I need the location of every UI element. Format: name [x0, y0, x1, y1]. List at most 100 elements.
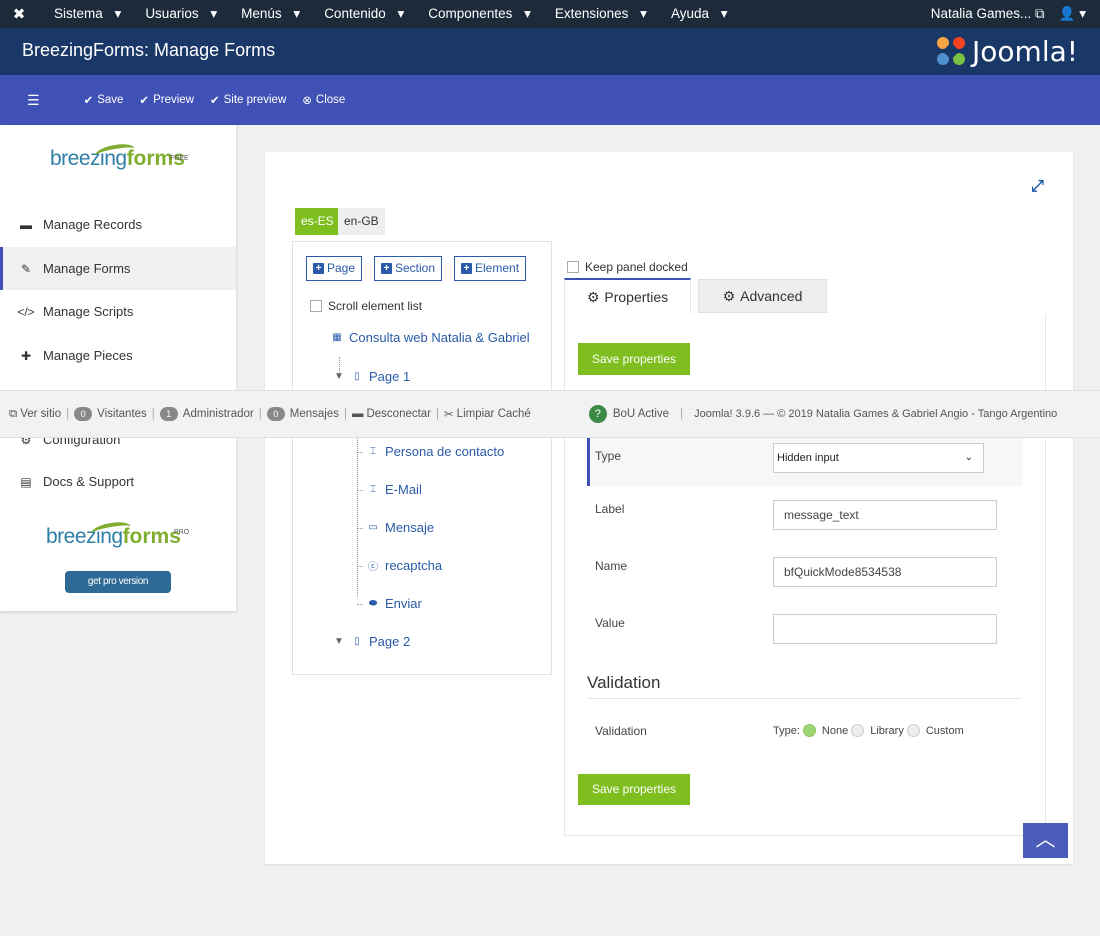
joomla-menu-icon[interactable]: ✖	[0, 5, 38, 23]
page-icon: ▯	[354, 636, 360, 647]
external-link-icon: ⧉	[9, 407, 18, 420]
name-label: Name	[595, 559, 628, 573]
bou-active-status[interactable]: ? BoU Active	[584, 405, 674, 423]
site-preview-button[interactable]: ✔ Site preview	[210, 93, 286, 107]
tree-page1-node[interactable]: ▼ ▯ Page 1	[333, 369, 410, 384]
menu-menus[interactable]: Menús ▾	[225, 6, 308, 22]
form-icon: ▦	[332, 332, 342, 343]
page-icon: ▯	[354, 371, 360, 382]
menu-usuarios[interactable]: Usuarios ▾	[129, 6, 225, 22]
close-button[interactable]: ⊗ Close	[302, 93, 345, 107]
visitantes-status[interactable]: 0 Visitantes	[69, 407, 152, 421]
form-editor: ⤢ es-ES en-GB + Page + Section + Element Sc…	[265, 152, 1073, 864]
page-title: BreezingForms: Manage Forms	[22, 40, 276, 60]
sidebar-item-manage-pieces[interactable]: ✚ Manage Pieces	[0, 334, 236, 377]
save-button[interactable]: ✔ Save	[84, 93, 124, 107]
add-section-button[interactable]: + Section	[374, 256, 443, 281]
text-field-icon: ⌶	[370, 446, 376, 457]
folder-icon: ▬	[20, 217, 32, 232]
menu-componentes[interactable]: Componentes ▾	[412, 6, 539, 22]
tree-form-node[interactable]: ▦ Consulta web Natalia & Gabriel	[331, 330, 529, 345]
button-icon: ⬬	[368, 598, 378, 609]
limpiar-cache-link[interactable]: ✂ Limpiar Caché	[439, 407, 536, 421]
toolbar: ☰ ✔ Save ✔ Preview ✔ Site preview ⊗ Close	[0, 75, 1100, 125]
status-bar: ⧉ Ver sitio | 0 Visitantes | 1 Administrado…	[0, 390, 1100, 438]
label-label: Label	[595, 502, 625, 516]
user-menu-icon[interactable]: 👤 ▾	[1059, 6, 1086, 22]
menu-sistema[interactable]: Sistema ▾	[38, 6, 129, 22]
captcha-icon: ⓒ	[368, 562, 378, 573]
tree-element-mensaje[interactable]: ▭ Mensaje	[367, 520, 434, 535]
type-label: Type	[595, 449, 622, 463]
joomla-logo: Joomla!	[934, 34, 1078, 68]
edit-icon: ✎	[20, 261, 32, 276]
save-properties-button-top[interactable]: Save properties	[578, 343, 690, 375]
user-site-link[interactable]: Natalia Games... ⧉	[931, 6, 1045, 22]
tree-element-email[interactable]: ⌶ E-Mail	[367, 482, 422, 497]
sidebar-item-manage-records[interactable]: ▬ Manage Records	[0, 203, 236, 246]
scroll-element-list-checkbox[interactable]	[310, 300, 322, 312]
scroll-to-top-button[interactable]: ︿	[1023, 823, 1068, 858]
administrador-status[interactable]: 1 Administrador	[155, 407, 259, 421]
broom-icon: ✂	[444, 409, 454, 421]
mensajes-status[interactable]: 0 Mensajes	[262, 407, 344, 421]
tree-page2-node[interactable]: ▼ ▯ Page 2	[333, 634, 410, 649]
check-icon: ✔	[139, 95, 150, 107]
tab-properties[interactable]: ⚙ Properties	[564, 278, 691, 314]
label-input[interactable]: message_text	[773, 500, 997, 530]
sidebar-item-manage-scripts[interactable]: </> Manage Scripts	[0, 290, 236, 333]
validation-custom-radio[interactable]	[906, 724, 920, 737]
breezingforms-pro-logo: breezingforms PRO	[46, 519, 189, 549]
type-select[interactable]: Hidden input ⌄	[773, 443, 984, 473]
gear-icon: ⚙	[586, 288, 600, 305]
menu-contenido[interactable]: Contenido ▾	[308, 6, 412, 22]
validation-label: Validation	[595, 724, 647, 738]
lang-tab-en[interactable]: en-GB	[338, 208, 385, 235]
chevron-up-icon: ︿	[1035, 829, 1056, 851]
check-icon: ✔	[83, 95, 94, 107]
plus-icon: +	[381, 263, 392, 274]
plus-icon: +	[313, 263, 324, 274]
add-page-button[interactable]: + Page	[306, 256, 363, 281]
save-properties-button-bottom[interactable]: Save properties	[578, 774, 690, 805]
lang-tab-es[interactable]: es-ES	[295, 208, 340, 235]
validation-none-radio[interactable]	[802, 724, 816, 737]
value-input[interactable]	[773, 614, 997, 644]
admin-menu: Sistema ▾ Usuarios ▾ Menús ▾ Contenido ▾…	[38, 6, 736, 22]
sidebar: breezingforms FREE ▬ Manage Records ✎ Mana…	[0, 125, 236, 611]
menu-extensiones[interactable]: Extensiones ▾	[539, 6, 655, 22]
document-icon: ▤	[20, 474, 32, 489]
tree-element-enviar[interactable]: ⬬ Enviar	[367, 596, 422, 611]
validation-divider	[587, 698, 1022, 699]
validation-heading: Validation	[587, 673, 661, 692]
keep-panel-docked-checkbox[interactable]	[567, 261, 579, 273]
gears-icon: ⚙	[722, 287, 736, 304]
expand-icon[interactable]: ⤢	[1031, 178, 1044, 196]
get-pro-version-button[interactable]: get pro version	[65, 571, 171, 593]
external-link-icon: ⧉	[1035, 6, 1045, 21]
breezingforms-free-logo: breezingforms FREE	[50, 141, 190, 171]
menu-ayuda[interactable]: Ayuda ▾	[655, 6, 736, 22]
admin-topbar: ✖ Sistema ▾ Usuarios ▾ Menús ▾ Contenido…	[0, 0, 1100, 28]
name-input[interactable]: bfQuickMode8534538	[773, 557, 997, 587]
hamburger-icon[interactable]: ☰	[27, 92, 40, 109]
add-element-button[interactable]: + Element	[454, 256, 527, 281]
validation-type-group: Type: None Library Custom	[773, 724, 964, 737]
caret-down-icon: ▼	[334, 636, 344, 647]
check-icon: ✔	[209, 95, 220, 107]
scroll-element-list-option[interactable]: Scroll element list	[310, 299, 422, 313]
preview-button[interactable]: ✔ Preview	[139, 93, 194, 107]
desconectar-link[interactable]: ▬ Desconectar	[347, 408, 436, 420]
textarea-icon: ▭	[368, 522, 378, 533]
caret-down-icon: ▼	[334, 371, 344, 382]
puzzle-icon: ✚	[20, 348, 32, 363]
keep-panel-docked-option[interactable]: Keep panel docked	[567, 260, 688, 274]
ver-sitio-link[interactable]: ⧉ Ver sitio	[0, 408, 66, 421]
sidebar-item-manage-forms[interactable]: ✎ Manage Forms	[0, 247, 236, 290]
tab-advanced[interactable]: ⚙ Advanced	[698, 279, 827, 313]
validation-library-radio[interactable]	[851, 724, 865, 737]
tree-element-recaptcha[interactable]: ⓒ recaptcha	[367, 558, 442, 573]
tree-element-persona[interactable]: ⌶ Persona de contacto	[367, 444, 504, 459]
value-label: Value	[595, 616, 625, 630]
sidebar-item-docs-support[interactable]: ▤ Docs & Support	[0, 460, 236, 503]
